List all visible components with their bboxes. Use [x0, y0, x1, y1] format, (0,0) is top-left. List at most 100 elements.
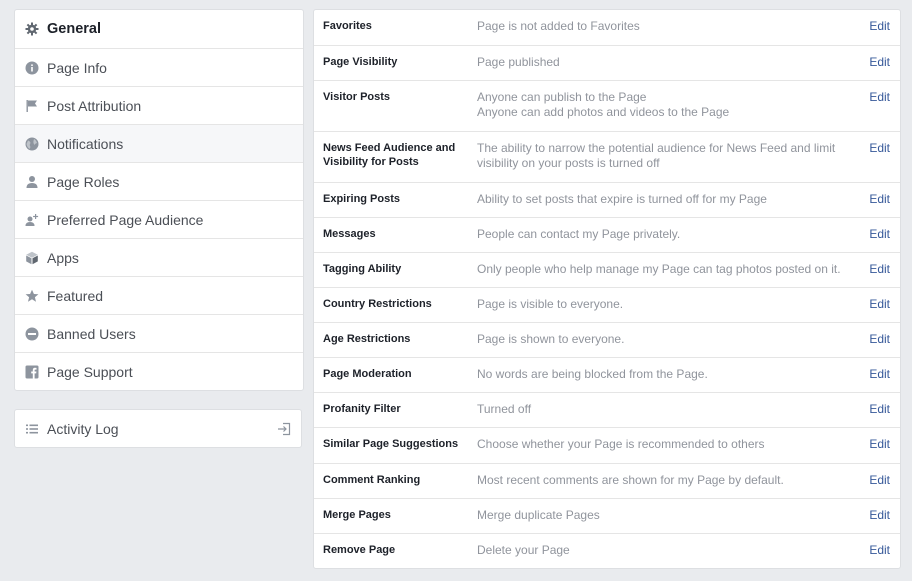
settings-row-value-line: Anyone can add photos and videos to the … [477, 105, 730, 119]
settings-row-value: People can contact my Page privately. [477, 227, 849, 252]
sidebar-item-label: Page Roles [47, 173, 120, 190]
sidebar-item-post-attribution[interactable]: Post Attribution [15, 86, 303, 124]
settings-row-value-line: Page is visible to everyone. [477, 297, 624, 311]
settings-row-value: The ability to narrow the potential audi… [477, 141, 849, 182]
sidebar-item-banned-users[interactable]: Banned Users [15, 314, 303, 352]
settings-row-value: Anyone can publish to the Page Anyone can… [477, 90, 849, 131]
sign-in-icon [277, 422, 291, 436]
settings-row-label: Comment Ranking [323, 474, 421, 486]
settings-row-value-line: Ability to set posts that expire is turn… [477, 192, 767, 206]
activity-log-button[interactable]: Activity Log [14, 409, 302, 448]
settings-row: News Feed Audience and Visibility for Po… [314, 131, 900, 182]
globe-icon [25, 137, 39, 151]
general-settings-panel: Favorites Page is not added to Favorites E… [313, 9, 901, 569]
info-icon [25, 61, 39, 75]
settings-row-value-line: Choose whether your Page is recommended … [477, 437, 765, 451]
settings-row: Merge Pages Merge duplicate Pages Edit [314, 498, 900, 533]
settings-row: Tagging Ability Only people who help mana… [314, 252, 900, 287]
settings-row-value-line: Page is not added to Favorites [477, 19, 640, 33]
settings-row-value-line: Page published [477, 55, 560, 69]
person-icon [25, 175, 39, 189]
sidebar-item-general[interactable]: General [15, 10, 303, 48]
settings-row-value: Delete your Page [477, 543, 849, 568]
settings-row: Similar Page Suggestions Choose whether y… [314, 427, 900, 463]
flag-icon [25, 99, 39, 113]
sidebar-item-label: Preferred Page Audience [47, 211, 204, 228]
settings-row: Visitor Posts Anyone can publish to the P… [314, 80, 900, 131]
settings-row-label: Page Visibility [323, 56, 398, 68]
settings-row-value: Merge duplicate Pages [477, 508, 849, 533]
settings-row: Country Restrictions Page is visible to e… [314, 287, 900, 322]
edit-link[interactable]: Edit [869, 332, 890, 346]
settings-row-value: Page is shown to everyone. [477, 332, 849, 357]
settings-row-label: Tagging Ability [323, 263, 402, 275]
gear-icon [25, 22, 39, 36]
settings-row: Age Restrictions Page is shown to everyon… [314, 322, 900, 357]
settings-row-label: Expiring Posts [323, 193, 401, 205]
settings-row: Messages People can contact my Page priva… [314, 217, 900, 252]
sidebar-item-page-roles[interactable]: Page Roles [15, 162, 303, 200]
edit-link[interactable]: Edit [869, 367, 890, 381]
edit-link[interactable]: Edit [869, 262, 890, 276]
sidebar-item-notifications[interactable]: Notifications [15, 124, 303, 162]
settings-sidebar: General Page Info Post Attribution Notif… [14, 9, 304, 391]
settings-row-label: Visitor Posts [323, 91, 391, 103]
edit-link[interactable]: Edit [869, 543, 890, 557]
settings-row-label: Favorites [323, 20, 372, 32]
settings-row-value: Turned off [477, 402, 849, 427]
sidebar-item-page-info[interactable]: Page Info [15, 48, 303, 86]
facebook-icon [25, 365, 39, 379]
settings-row-value-line: Merge duplicate Pages [477, 508, 600, 522]
edit-link[interactable]: Edit [869, 55, 890, 69]
settings-row-label: News Feed Audience and Visibility for Po… [323, 142, 456, 168]
settings-row-label: Country Restrictions [323, 298, 432, 310]
settings-row-label: Age Restrictions [323, 333, 411, 345]
sidebar-item-label: Page Support [47, 363, 133, 380]
settings-row-label: Messages [323, 228, 376, 240]
settings-row-value: Ability to set posts that expire is turn… [477, 192, 849, 217]
edit-link[interactable]: Edit [869, 227, 890, 241]
edit-link[interactable]: Edit [869, 19, 890, 33]
settings-row: Page Moderation No words are being blocke… [314, 357, 900, 392]
sidebar-item-label: Post Attribution [47, 97, 142, 114]
settings-row-value-line: Page is shown to everyone. [477, 332, 625, 346]
sidebar-item-page-support[interactable]: Page Support [15, 352, 303, 390]
settings-row: Comment Ranking Most recent comments are … [314, 463, 900, 498]
settings-row-value: Choose whether your Page is recommended … [477, 437, 849, 463]
settings-row: Remove Page Delete your Page Edit [314, 533, 900, 568]
settings-row-value: Page is visible to everyone. [477, 297, 849, 322]
sidebar-item-label: Banned Users [47, 325, 136, 342]
settings-row-label: Profanity Filter [323, 403, 401, 415]
edit-link[interactable]: Edit [869, 402, 890, 416]
settings-row: Expiring Posts Ability to set posts that … [314, 182, 900, 217]
audience-icon [25, 213, 39, 227]
settings-row: Favorites Page is not added to Favorites E… [314, 10, 900, 45]
sidebar-item-label: Featured [47, 287, 104, 304]
edit-link[interactable]: Edit [869, 473, 890, 487]
settings-row-label: Merge Pages [323, 509, 391, 521]
sidebar-item-apps[interactable]: Apps [15, 238, 303, 276]
list-icon [25, 422, 39, 436]
edit-link[interactable]: Edit [869, 90, 890, 104]
edit-link[interactable]: Edit [869, 508, 890, 522]
settings-row-label: Similar Page Suggestions [323, 438, 459, 450]
settings-row: Profanity Filter Turned off Edit [314, 392, 900, 427]
settings-row: Page Visibility Page published Edit [314, 45, 900, 80]
settings-row-value-line: No words are being blocked from the Page… [477, 367, 708, 381]
edit-link[interactable]: Edit [869, 437, 890, 451]
edit-link[interactable]: Edit [869, 141, 890, 155]
sidebar-item-featured[interactable]: Featured [15, 276, 303, 314]
ban-icon [25, 327, 39, 341]
sidebar-item-preferred-page-audience[interactable]: Preferred Page Audience [15, 200, 303, 238]
edit-link[interactable]: Edit [869, 192, 890, 206]
cube-icon [25, 251, 39, 265]
settings-row-value: No words are being blocked from the Page… [477, 367, 849, 392]
settings-row-label: Remove Page [323, 544, 396, 556]
settings-row-value-line: Only people who help manage my Page can … [477, 262, 841, 276]
settings-row-value-line: visibility on your posts is turned off [477, 156, 660, 170]
settings-row-value-line: Delete your Page [477, 543, 570, 557]
sidebar-item-label: Apps [47, 249, 79, 266]
settings-row-value-line: Most recent comments are shown for my Pa… [477, 473, 784, 487]
edit-link[interactable]: Edit [869, 297, 890, 311]
settings-row-value-line: People can contact my Page privately. [477, 227, 681, 241]
